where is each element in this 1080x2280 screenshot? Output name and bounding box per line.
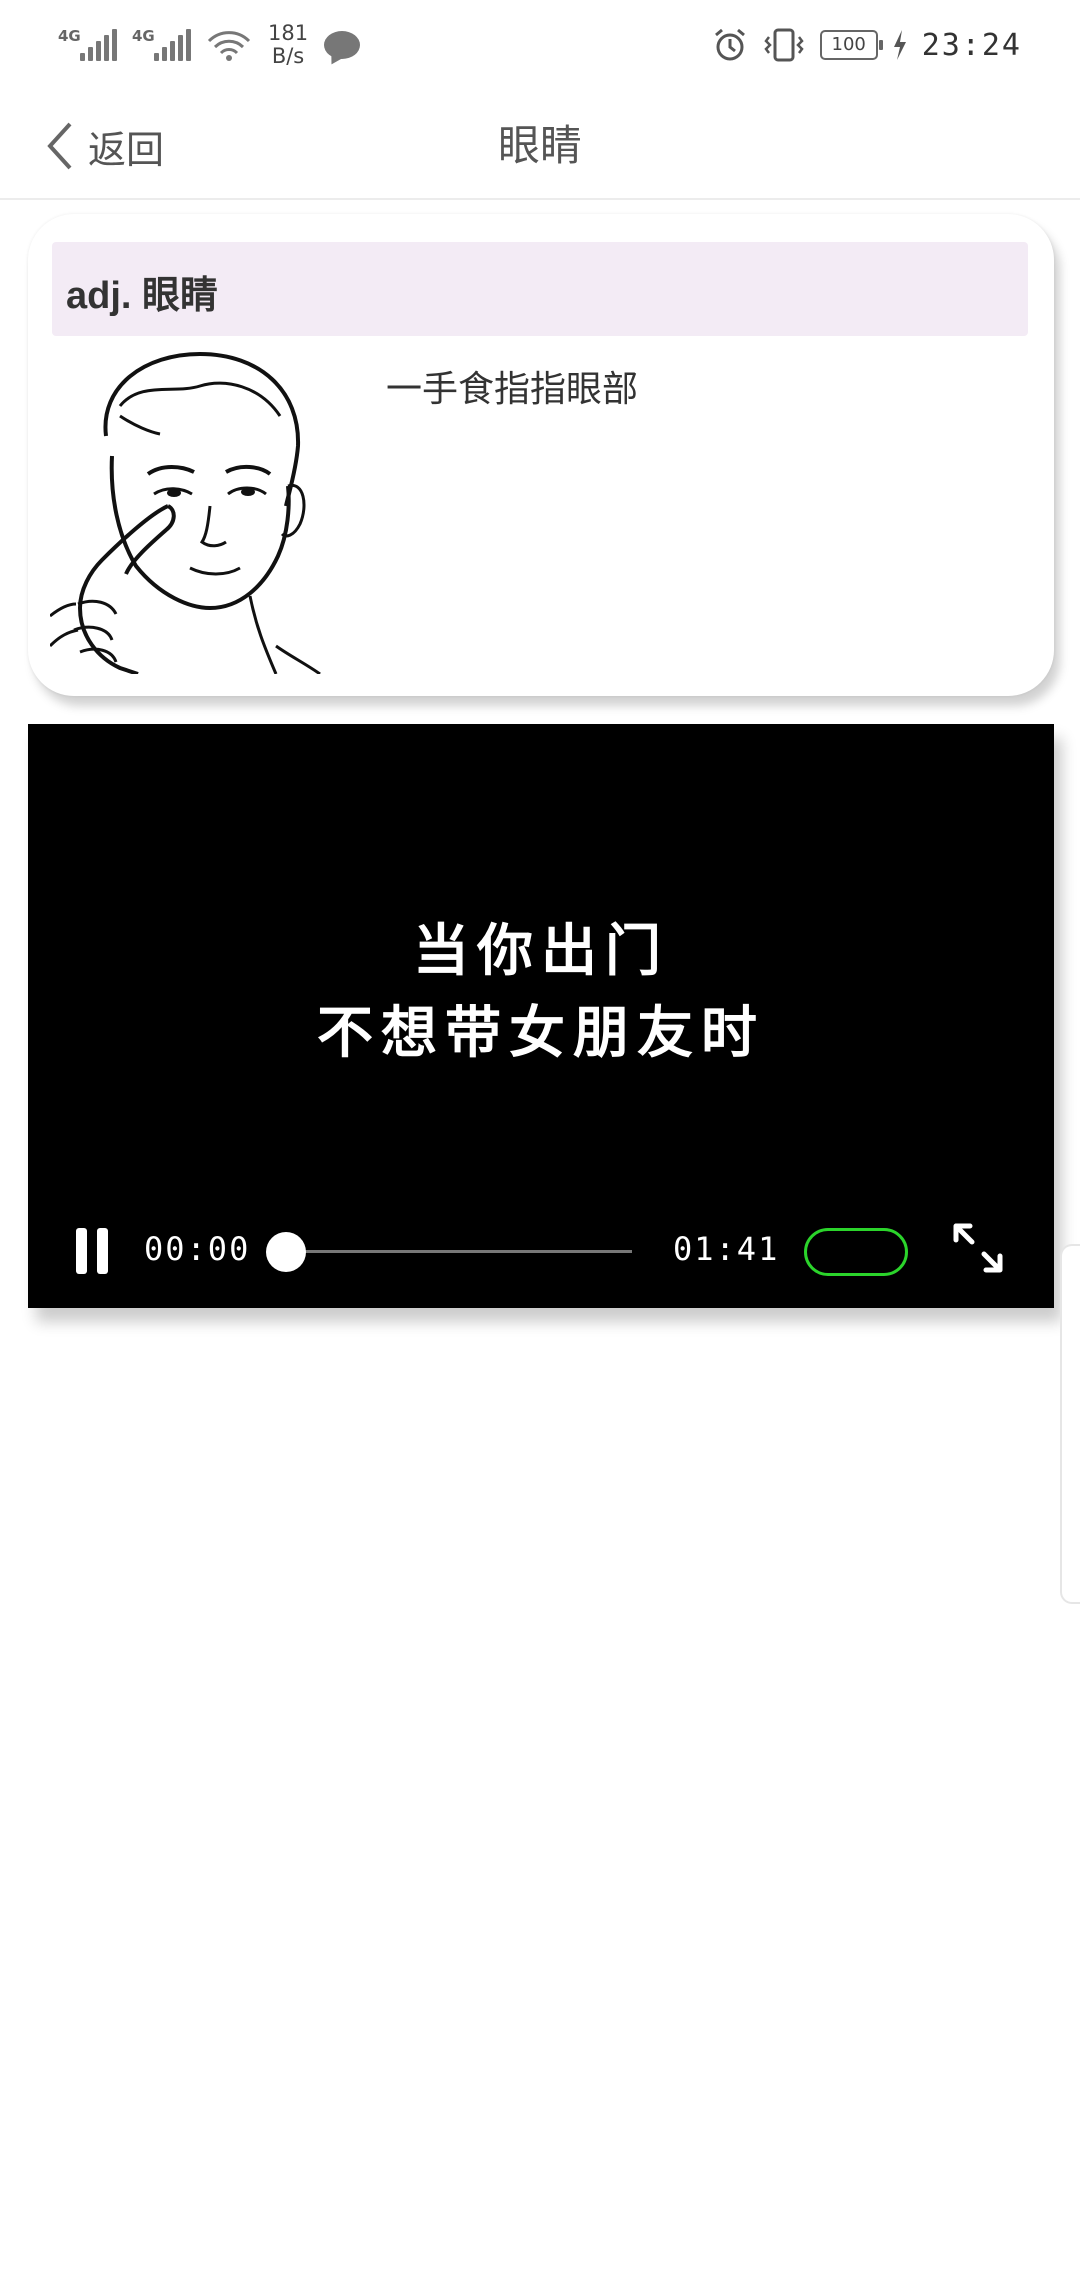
- current-time: 00:00: [144, 1230, 251, 1268]
- signal-icon: 4G: [58, 27, 117, 63]
- total-time: 01:41: [673, 1230, 780, 1268]
- side-drawer-handle[interactable]: [1060, 1244, 1080, 1604]
- status-bar: 4G 4G 181 B/s 100 23:24: [0, 0, 1080, 92]
- toggle-button[interactable]: [804, 1228, 908, 1276]
- video-caption-line-1: 当你出门: [413, 918, 669, 984]
- network-speed: 181 B/s: [268, 22, 308, 68]
- chat-icon: [324, 31, 361, 59]
- video-controls: 00:00 01:41: [28, 1218, 1054, 1282]
- clock: 23:24: [921, 27, 1022, 63]
- card-header-title: adj. 眼睛: [66, 275, 219, 317]
- status-bar-left: 4G 4G 181 B/s: [58, 20, 361, 70]
- alarm-icon: [714, 28, 745, 61]
- network-speed-value: 181: [268, 21, 309, 45]
- battery-icon: 100: [819, 30, 883, 60]
- video-caption: 当你出门 不想带女朋友时: [28, 910, 1054, 1074]
- video-caption-line-2: 不想带女朋友时: [317, 1000, 765, 1066]
- sign-card: adj. 眼睛 一手食指指眼部: [28, 214, 1054, 696]
- vibrate-icon: [764, 28, 804, 62]
- back-label: 返回: [88, 127, 165, 172]
- nav-bar: 返回 眼睛: [0, 92, 1080, 200]
- video-player[interactable]: 当你出门 不想带女朋友时 00:00 01:41: [28, 724, 1054, 1308]
- signal-icon-2: 4G: [132, 27, 191, 63]
- fullscreen-icon[interactable]: [950, 1220, 1006, 1276]
- card-header: adj. 眼睛: [52, 242, 1028, 336]
- pause-button[interactable]: [72, 1228, 112, 1274]
- wifi-icon: [207, 31, 251, 61]
- sign-description: 一手食指指眼部: [386, 369, 639, 410]
- status-bar-right: 100 23:24: [712, 20, 1022, 70]
- progress-thumb[interactable]: [266, 1232, 306, 1272]
- sign-illustration: [50, 351, 321, 674]
- chevron-left-icon: [47, 122, 72, 170]
- progress-track[interactable]: [288, 1250, 632, 1253]
- network-speed-unit: B/s: [271, 44, 305, 68]
- back-button[interactable]: 返回: [44, 116, 164, 176]
- charging-icon: [893, 30, 906, 60]
